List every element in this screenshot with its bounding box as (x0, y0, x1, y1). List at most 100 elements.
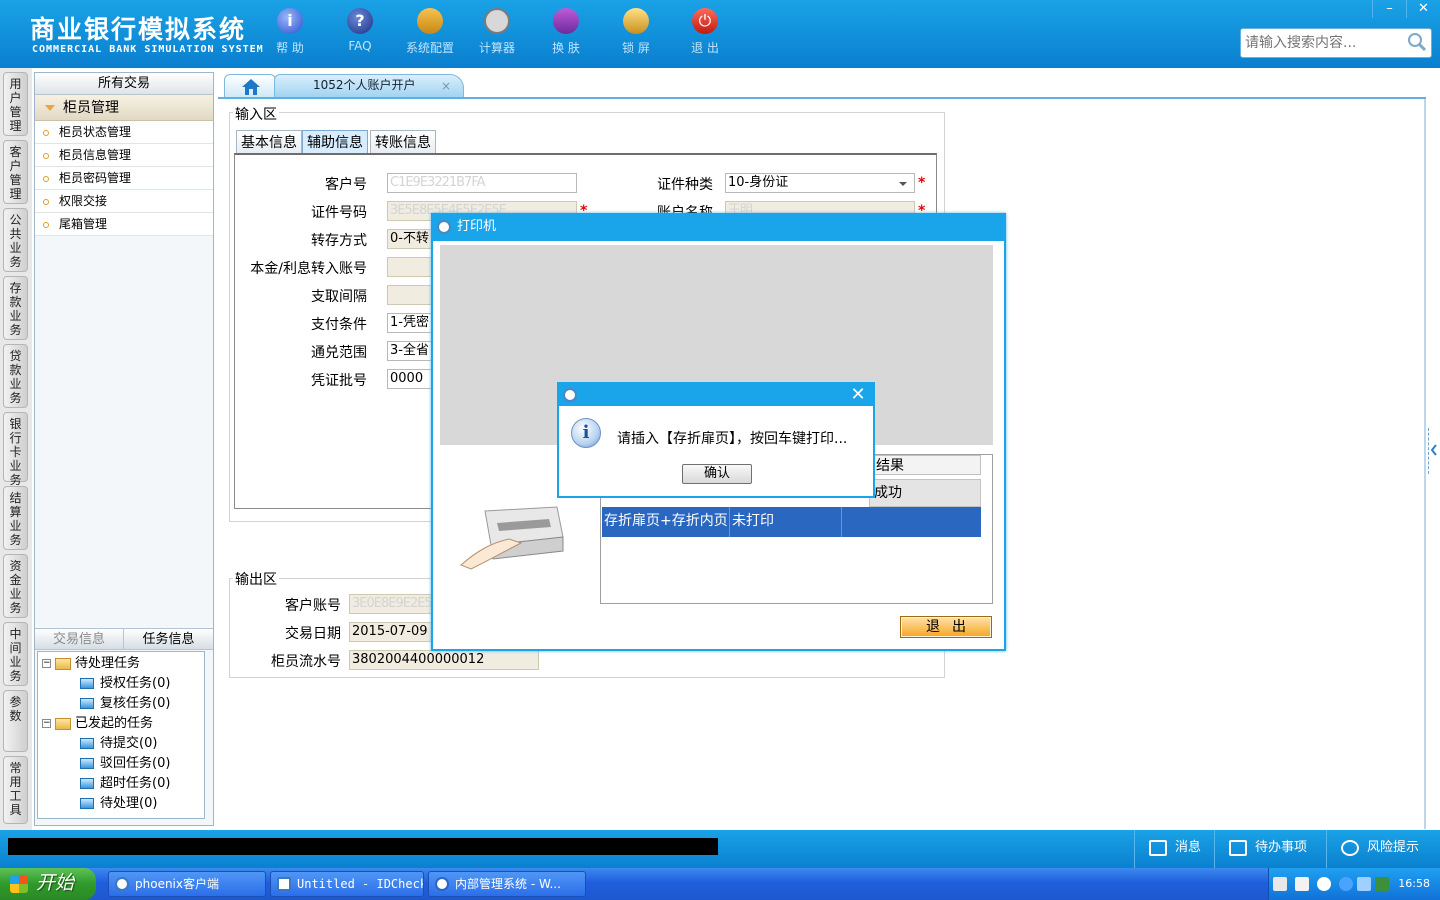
config-button[interactable]: 系统配置 (399, 8, 461, 60)
tab-transaction-info[interactable]: 交易信息 (35, 629, 124, 650)
subtab-aux-info[interactable]: 辅助信息 (302, 130, 368, 154)
label-payment-condition: 支付条件 (311, 317, 367, 333)
confirm-dialog-titlebar[interactable]: ✕ (559, 384, 873, 406)
window-minimize-button[interactable]: – (1372, 0, 1406, 18)
tree-node-auth-task[interactable]: 授权任务(0) (80, 674, 170, 694)
skin-button[interactable]: 换 肤 (535, 8, 597, 60)
table-row[interactable]: 存折扉页+存折内页 未打印 (602, 507, 981, 537)
label-voucher-batch: 凭证批号 (311, 373, 367, 389)
insert-page-dialog: ✕ i 请插入【存折扉页】，按回车键打印... 确认 (557, 382, 875, 498)
vtab-intermediary[interactable]: 中间业务 (3, 622, 28, 686)
faq-button[interactable]: ? FAQ (329, 8, 391, 60)
lock-label: 锁 屏 (622, 41, 650, 55)
tree-node-pending[interactable]: − 待处理任务 (42, 654, 140, 674)
printer-exit-button[interactable]: 退出 (900, 616, 992, 638)
label-customer-account: 客户账号 (285, 598, 341, 614)
subtab-basic-info[interactable]: 基本信息 (236, 130, 302, 154)
menu-item-teller-status[interactable]: 柜员状态管理 (35, 121, 213, 144)
taskbar-item-idcheck[interactable]: Untitled - IDCheck (270, 871, 424, 897)
messages-label: 消息 (1175, 840, 1202, 855)
checkbox-icon (1229, 840, 1247, 856)
back-arrow-icon[interactable] (1339, 877, 1353, 891)
tree-node-to-submit[interactable]: 待提交(0) (80, 734, 157, 754)
task-icon (80, 738, 94, 749)
tab-title: 1052个人账户开户 (313, 78, 416, 92)
vtab-bankcard[interactable]: 银行卡业务 (3, 412, 28, 487)
label-customer-no: 客户号 (325, 177, 367, 193)
close-tab-icon[interactable]: × (441, 76, 451, 96)
all-transactions-header[interactable]: 所有交易 (35, 73, 213, 95)
tree-node-initiated[interactable]: − 已发起的任务 (42, 714, 153, 734)
close-icon[interactable]: ✕ (849, 385, 867, 405)
search-input[interactable] (1241, 29, 1401, 57)
phoenix-app-icon (115, 877, 129, 891)
tab-account-open[interactable]: 1052个人账户开户 × (274, 74, 464, 98)
subtab-transfer-info[interactable]: 转账信息 (370, 130, 436, 154)
taskbar-item-label: 内部管理系统 - W... (455, 877, 561, 891)
home-icon (242, 79, 260, 95)
vtab-funds[interactable]: 资金业务 (3, 554, 28, 618)
id-type-select[interactable]: 10-身份证 (725, 173, 915, 193)
vtab-deposit[interactable]: 存款业务 (3, 276, 28, 340)
start-button[interactable]: 开始 (0, 868, 96, 900)
collapse-icon[interactable]: − (42, 719, 51, 728)
collapse-panel-handle[interactable] (1428, 428, 1438, 474)
vtab-settlement[interactable]: 结算业务 (3, 486, 28, 550)
cell-print-status: 未打印 (730, 507, 842, 537)
taskbar-item-phoenix[interactable]: phoenix客户端 (108, 871, 266, 897)
vtab-tools[interactable]: 常用工具 (3, 756, 28, 824)
vtab-loan[interactable]: 贷款业务 (3, 344, 28, 408)
tree-node-rejected[interactable]: 驳回任务(0) (80, 754, 170, 774)
window-close-button[interactable]: ✕ (1406, 0, 1440, 18)
menu-item-teller-info[interactable]: 柜员信息管理 (35, 144, 213, 167)
clock[interactable]: 16:58 (1398, 868, 1430, 900)
help-icon: i (277, 8, 303, 34)
network-icon[interactable] (1357, 877, 1371, 891)
app-tray-icon[interactable] (1375, 877, 1389, 891)
todo-button[interactable]: 待办事项 (1214, 830, 1326, 868)
expand-arrow-icon (45, 105, 55, 111)
tree-node-to-process[interactable]: 待处理(0) (80, 794, 157, 814)
menu-item-tail-box[interactable]: 尾箱管理 (35, 213, 213, 236)
tree-node-label: 待提交(0) (100, 736, 158, 751)
left-panel: 所有交易 柜员管理 柜员状态管理 柜员信息管理 柜员密码管理 权限交接 尾箱管理… (34, 72, 214, 826)
keyboard-icon[interactable] (1273, 877, 1287, 891)
vtab-params[interactable]: 参数 (3, 690, 28, 752)
ie-browser-icon (435, 877, 449, 891)
help-button[interactable]: i 帮 助 (259, 8, 321, 60)
help-tray-icon[interactable] (1295, 877, 1309, 891)
tree-node-label: 超时任务(0) (100, 776, 171, 791)
collapse-icon[interactable]: − (42, 659, 51, 668)
input-section-label: 输入区 (233, 104, 279, 124)
vtab-user-mgmt[interactable]: 用户管理 (3, 72, 28, 136)
config-icon (417, 8, 443, 34)
tree-node-review-task[interactable]: 复核任务(0) (80, 694, 170, 714)
menu-group-teller[interactable]: 柜员管理 (35, 95, 213, 121)
label-id-number: 证件号码 (311, 205, 367, 221)
exit-system-button[interactable]: ⏻ 退 出 (674, 8, 736, 60)
tab-home[interactable] (224, 74, 276, 98)
task-icon (80, 678, 94, 689)
exit-icon: ⏻ (692, 8, 718, 34)
volume-icon[interactable] (1317, 877, 1331, 891)
taskbar-item-ie[interactable]: 内部管理系统 - W... (428, 871, 586, 897)
vtab-customer-mgmt[interactable]: 客户管理 (3, 140, 28, 204)
confirm-button[interactable]: 确认 (682, 464, 752, 484)
dropdown-arrow-icon[interactable] (898, 180, 908, 188)
calculator-label: 计算器 (478, 41, 515, 55)
menu-item-teller-password[interactable]: 柜员密码管理 (35, 167, 213, 190)
taskbar-item-label: phoenix客户端 (135, 877, 219, 891)
vtab-public-business[interactable]: 公共业务 (3, 208, 28, 272)
search-icon[interactable] (1407, 32, 1427, 52)
calculator-button[interactable]: 计算器 (466, 8, 528, 60)
lock-button[interactable]: 锁 屏 (605, 8, 667, 60)
task-tree: − 待处理任务 授权任务(0) 复核任务(0) − 已发起的任务 待提交(0) 驳回… (37, 651, 205, 819)
risk-label: 风险提示 (1367, 840, 1420, 855)
messages-button[interactable]: 消息 (1134, 830, 1214, 868)
label-id-type: 证件种类 (657, 177, 713, 193)
skin-label: 换 肤 (552, 41, 580, 55)
printer-dialog-titlebar[interactable]: 打印机 (433, 215, 1004, 241)
menu-item-permission-handover[interactable]: 权限交接 (35, 190, 213, 213)
risk-alert-button[interactable]: 风险提示 (1326, 830, 1440, 868)
tree-node-timeout[interactable]: 超时任务(0) (80, 774, 170, 794)
